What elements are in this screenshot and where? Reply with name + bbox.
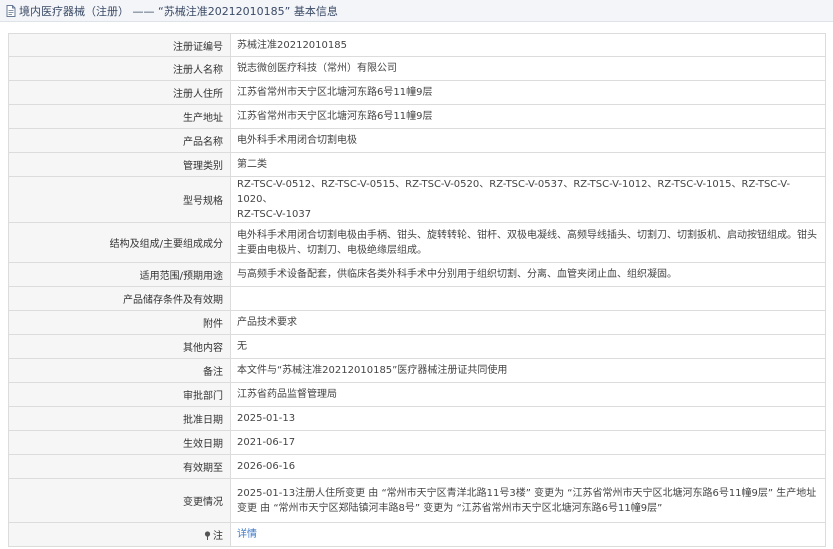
- row-value: RZ-TSC-V-0512、RZ-TSC-V-0515、RZ-TSC-V-052…: [230, 176, 826, 223]
- row-label: 管理类别: [8, 152, 231, 177]
- table-row: 型号规格 RZ-TSC-V-0512、RZ-TSC-V-0515、RZ-TSC-…: [8, 176, 826, 223]
- table-row: 有效期至 2026-06-16: [8, 454, 826, 479]
- table-row: 审批部门 江苏省药品监督管理局: [8, 382, 826, 407]
- table-row: 结构及组成/主要组成成分 电外科手术用闭合切割电极由手柄、钳头、旋转转轮、钳杆、…: [8, 222, 826, 263]
- details-link[interactable]: 详情: [237, 529, 257, 540]
- row-value: [230, 286, 826, 311]
- row-value: 详情: [230, 522, 826, 547]
- structure-line-2: 主要由电极片、切割刀、电极绝缘层组成。: [237, 244, 427, 256]
- change-line-1: 2025-01-13注册人住所变更 由 “常州市天宁区青洋北路11号3楼” 变更…: [237, 487, 817, 499]
- pin-icon: [204, 531, 211, 540]
- table-row: 生产地址 江苏省常州市天宁区北塘河东路6号11幢9层: [8, 104, 826, 129]
- change-line-2: 变更 由 “常州市天宁区郑陆镇河丰路8号” 变更为 “江苏省常州市天宁区北塘河东…: [237, 502, 663, 514]
- row-value: 第二类: [230, 152, 826, 177]
- page-title: 境内医疗器械（注册） —— “苏械注准20212010185” 基本信息: [19, 4, 338, 18]
- structure-line-1: 电外科手术用闭合切割电极由手柄、钳头、旋转转轮、钳杆、双极电凝线、高频导线插头、…: [237, 229, 817, 241]
- note-label: 注: [213, 531, 223, 542]
- row-label: 有效期至: [8, 454, 231, 479]
- table-row: 产品名称 电外科手术用闭合切割电极: [8, 128, 826, 153]
- row-label: 变更情况: [8, 478, 231, 523]
- table-row: 注 详情: [8, 522, 826, 547]
- row-label: 批准日期: [8, 406, 231, 431]
- row-label: 产品名称: [8, 128, 231, 153]
- row-value: 江苏省药品监督管理局: [230, 382, 826, 407]
- row-label: 生产地址: [8, 104, 231, 129]
- row-label: 型号规格: [8, 176, 231, 223]
- table-row: 注册人名称 锐志微创医疗科技（常州）有限公司: [8, 56, 826, 81]
- row-label: 注册证编号: [8, 33, 231, 57]
- model-spec-line-2: RZ-TSC-V-1037: [237, 209, 312, 220]
- row-value: 本文件与“苏械注准20212010185”医疗器械注册证共同使用: [230, 358, 826, 383]
- model-spec-line-1: RZ-TSC-V-0512、RZ-TSC-V-0515、RZ-TSC-V-052…: [237, 179, 791, 205]
- row-label: 结构及组成/主要组成成分: [8, 222, 231, 263]
- table-row: 注册证编号 苏械注准20212010185: [8, 33, 826, 57]
- table-row: 变更情况 2025-01-13注册人住所变更 由 “常州市天宁区青洋北路11号3…: [8, 478, 826, 523]
- row-value: 电外科手术用闭合切割电极由手柄、钳头、旋转转轮、钳杆、双极电凝线、高频导线插头、…: [230, 222, 826, 263]
- row-value: 江苏省常州市天宁区北塘河东路6号11幢9层: [230, 80, 826, 105]
- row-value: 电外科手术用闭合切割电极: [230, 128, 826, 153]
- row-label: 注册人名称: [8, 56, 231, 81]
- row-value: 江苏省常州市天宁区北塘河东路6号11幢9层: [230, 104, 826, 129]
- row-label: 备注: [8, 358, 231, 383]
- row-label: 适用范围/预期用途: [8, 262, 231, 287]
- page-header: 境内医疗器械（注册） —— “苏械注准20212010185” 基本信息: [0, 0, 833, 22]
- row-label: 附件: [8, 310, 231, 335]
- row-label: 注册人住所: [8, 80, 231, 105]
- row-label: 审批部门: [8, 382, 231, 407]
- row-value: 2025-01-13: [230, 406, 826, 431]
- table-row: 生效日期 2021-06-17: [8, 430, 826, 455]
- table-row: 管理类别 第二类: [8, 152, 826, 177]
- table-row: 适用范围/预期用途 与高频手术设备配套，供临床各类外科手术中分别用于组织切割、分…: [8, 262, 826, 287]
- table-row: 其他内容 无: [8, 334, 826, 359]
- table-row: 批准日期 2025-01-13: [8, 406, 826, 431]
- table-row: 注册人住所 江苏省常州市天宁区北塘河东路6号11幢9层: [8, 80, 826, 105]
- row-value: 2021-06-17: [230, 430, 826, 455]
- row-label-note: 注: [8, 522, 231, 547]
- table-row: 附件 产品技术要求: [8, 310, 826, 335]
- info-table-container: 注册证编号 苏械注准20212010185 注册人名称 锐志微创医疗科技（常州）…: [8, 33, 826, 547]
- row-value: 与高频手术设备配套，供临床各类外科手术中分别用于组织切割、分离、血管夹闭止血、组…: [230, 262, 826, 287]
- row-label: 其他内容: [8, 334, 231, 359]
- table-row: 备注 本文件与“苏械注准20212010185”医疗器械注册证共同使用: [8, 358, 826, 383]
- row-value: 产品技术要求: [230, 310, 826, 335]
- row-value: 苏械注准20212010185: [230, 33, 826, 57]
- info-table: 注册证编号 苏械注准20212010185 注册人名称 锐志微创医疗科技（常州）…: [8, 33, 826, 547]
- row-label: 产品储存条件及有效期: [8, 286, 231, 311]
- row-label: 生效日期: [8, 430, 231, 455]
- row-value: 无: [230, 334, 826, 359]
- row-value: 2026-06-16: [230, 454, 826, 479]
- row-value: 锐志微创医疗科技（常州）有限公司: [230, 56, 826, 81]
- document-icon: [6, 4, 16, 17]
- table-row: 产品储存条件及有效期: [8, 286, 826, 311]
- row-value: 2025-01-13注册人住所变更 由 “常州市天宁区青洋北路11号3楼” 变更…: [230, 478, 826, 523]
